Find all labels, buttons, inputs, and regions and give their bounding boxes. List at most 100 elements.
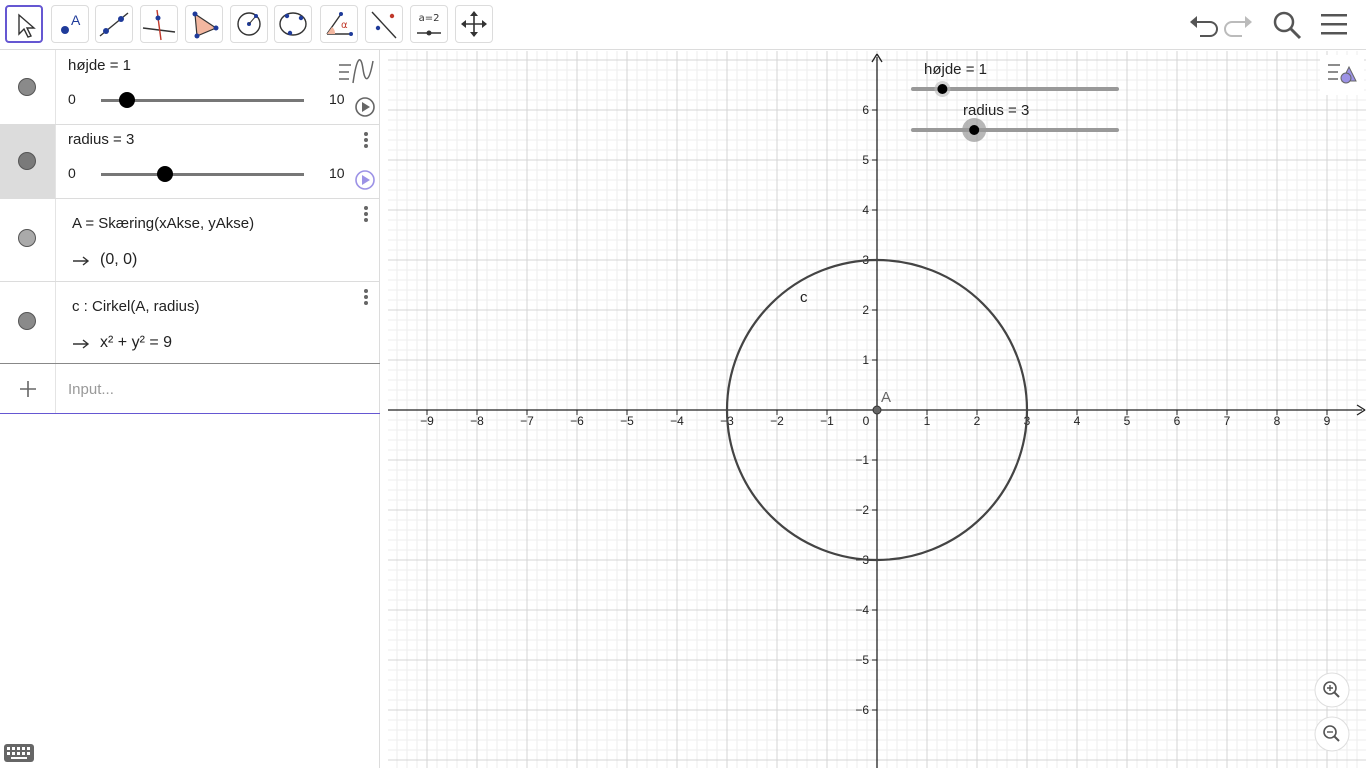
y-tick-label: −1 xyxy=(855,453,869,467)
point-a-label: A xyxy=(881,389,891,406)
y-tick-label: 4 xyxy=(862,203,869,217)
keyboard-icon[interactable] xyxy=(3,742,35,764)
x-tick-label: −6 xyxy=(570,414,584,428)
conic-tool-button[interactable] xyxy=(274,5,312,43)
circle-label: c xyxy=(800,289,808,306)
y-tick-label: −2 xyxy=(855,503,869,517)
algebra-input-row[interactable]: Input... xyxy=(0,364,380,414)
visibility-toggle[interactable] xyxy=(18,312,36,330)
undo-button[interactable] xyxy=(1186,8,1220,42)
x-tick-label: −1 xyxy=(820,414,834,428)
hamburger-menu-icon xyxy=(1321,14,1347,35)
play-animation-icon[interactable] xyxy=(354,96,376,118)
x-tick-label: −5 xyxy=(620,414,634,428)
x-tick-label: 8 xyxy=(1274,414,1281,428)
x-tick-label: 6 xyxy=(1174,414,1181,428)
x-tick-label: 7 xyxy=(1224,414,1231,428)
main-menu-button[interactable] xyxy=(1318,8,1352,42)
x-tick-label: −4 xyxy=(670,414,684,428)
graphics-view[interactable]: −9 −8 −7 −6 −5 −4 −3 −2 −1 0 1 2 3 4 5 6 7 8 9123456−1−2−3… xyxy=(388,51,1366,768)
graphics-style-bar-button[interactable] xyxy=(1320,55,1364,95)
more-options-icon[interactable] xyxy=(364,132,368,150)
plus-icon[interactable] xyxy=(18,379,38,399)
y-tick-label: 2 xyxy=(862,303,869,317)
slider-knob[interactable] xyxy=(156,166,173,182)
y-tick-label: −6 xyxy=(855,703,869,717)
slider-max: 10 xyxy=(329,91,345,107)
slider-min: 0 xyxy=(68,165,76,181)
zoom-in-button[interactable] xyxy=(1314,672,1350,708)
polygon-icon xyxy=(192,11,219,39)
arrow-right-icon xyxy=(73,339,90,349)
algebra-view: højde = 1 0 10 radius = 3 0 10 A = Skæri… xyxy=(0,50,380,768)
slider-max: 10 xyxy=(329,165,345,181)
circle-tool-button[interactable] xyxy=(230,5,268,43)
point-definition: A = Skæring(xAkse, yAkse) xyxy=(72,215,255,232)
zoom-out-button[interactable] xyxy=(1314,716,1350,752)
reflect-icon xyxy=(371,11,397,39)
slider-track[interactable] xyxy=(101,173,304,176)
cursor-arrow-icon xyxy=(18,13,36,38)
angle-tool-button[interactable]: α xyxy=(320,5,358,43)
more-options-icon[interactable] xyxy=(364,206,368,224)
redo-icon xyxy=(1224,16,1252,37)
visibility-column xyxy=(0,125,56,198)
move-view-tool-button[interactable] xyxy=(455,5,493,43)
algebra-input-field[interactable]: Input... xyxy=(68,381,114,398)
visibility-column xyxy=(0,282,56,363)
algebra-row-circle-c[interactable]: c : Cirkel(A, radius) x² + y² = 9 xyxy=(0,282,380,364)
more-options-icon[interactable] xyxy=(364,289,368,307)
perpendicular-tool-button[interactable] xyxy=(140,5,178,43)
x-tick-label: 2 xyxy=(974,414,981,428)
point-icon: A xyxy=(61,12,81,34)
graphing-style-icon[interactable] xyxy=(335,55,375,91)
reflect-tool-button[interactable] xyxy=(365,5,403,43)
visibility-toggle[interactable] xyxy=(18,152,36,170)
canvas-slider-radius-label: radius = 3 xyxy=(963,102,1029,119)
y-tick-label: 6 xyxy=(862,103,869,117)
slider-knob[interactable] xyxy=(119,92,136,108)
canvas-slider-hojde-label: højde = 1 xyxy=(924,61,987,78)
circle-definition: c : Cirkel(A, radius) xyxy=(72,298,200,315)
perpendicular-line-icon xyxy=(142,9,176,41)
line-tool-button[interactable] xyxy=(95,5,133,43)
algebra-row-radius[interactable]: radius = 3 0 10 xyxy=(0,125,380,199)
x-tick-label: 9 xyxy=(1324,414,1331,428)
visibility-toggle[interactable] xyxy=(18,78,36,96)
arrow-right-icon xyxy=(73,256,90,266)
add-column xyxy=(0,364,56,413)
x-tick-label: 1 xyxy=(924,414,931,428)
point-a[interactable] xyxy=(872,405,882,415)
y-tick-label: 1 xyxy=(862,353,869,367)
move-arrows-icon xyxy=(461,11,487,37)
x-tick-label: 0 xyxy=(863,414,870,428)
search-button[interactable] xyxy=(1270,8,1304,42)
algebra-row-point-a[interactable]: A = Skæring(xAkse, yAkse) (0, 0) xyxy=(0,199,380,282)
algebra-row-hojde[interactable]: højde = 1 0 10 xyxy=(0,50,380,125)
angle-tool-letter: α xyxy=(341,20,348,31)
slider-icon xyxy=(417,30,441,36)
slider-label: højde = 1 xyxy=(68,57,131,74)
redo-button[interactable] xyxy=(1222,8,1256,42)
conic-icon xyxy=(279,12,307,36)
y-tick-label: −4 xyxy=(855,603,869,617)
move-tool-button[interactable] xyxy=(5,5,43,43)
canvas-slider-hojde-knob[interactable] xyxy=(937,84,948,94)
visibility-column xyxy=(0,50,56,124)
x-tick-label: 4 xyxy=(1074,414,1081,428)
canvas-slider-radius-knob[interactable] xyxy=(969,125,980,135)
visibility-toggle[interactable] xyxy=(18,229,36,247)
play-animation-icon[interactable] xyxy=(354,169,376,191)
x-tick-label: −9 xyxy=(420,414,434,428)
line-icon xyxy=(99,12,129,37)
point-tool-button[interactable]: A xyxy=(51,5,89,43)
angle-icon: α xyxy=(326,12,353,36)
point-tool-letter: A xyxy=(71,12,81,28)
y-tick-label: −5 xyxy=(855,653,869,667)
toolbar: A α a=2 xyxy=(0,0,1366,50)
search-icon xyxy=(1273,11,1302,40)
circle-center-icon xyxy=(237,12,261,36)
slider-tool-button[interactable]: a=2 xyxy=(410,5,448,43)
slider-min: 0 xyxy=(68,91,76,107)
polygon-tool-button[interactable] xyxy=(185,5,223,43)
